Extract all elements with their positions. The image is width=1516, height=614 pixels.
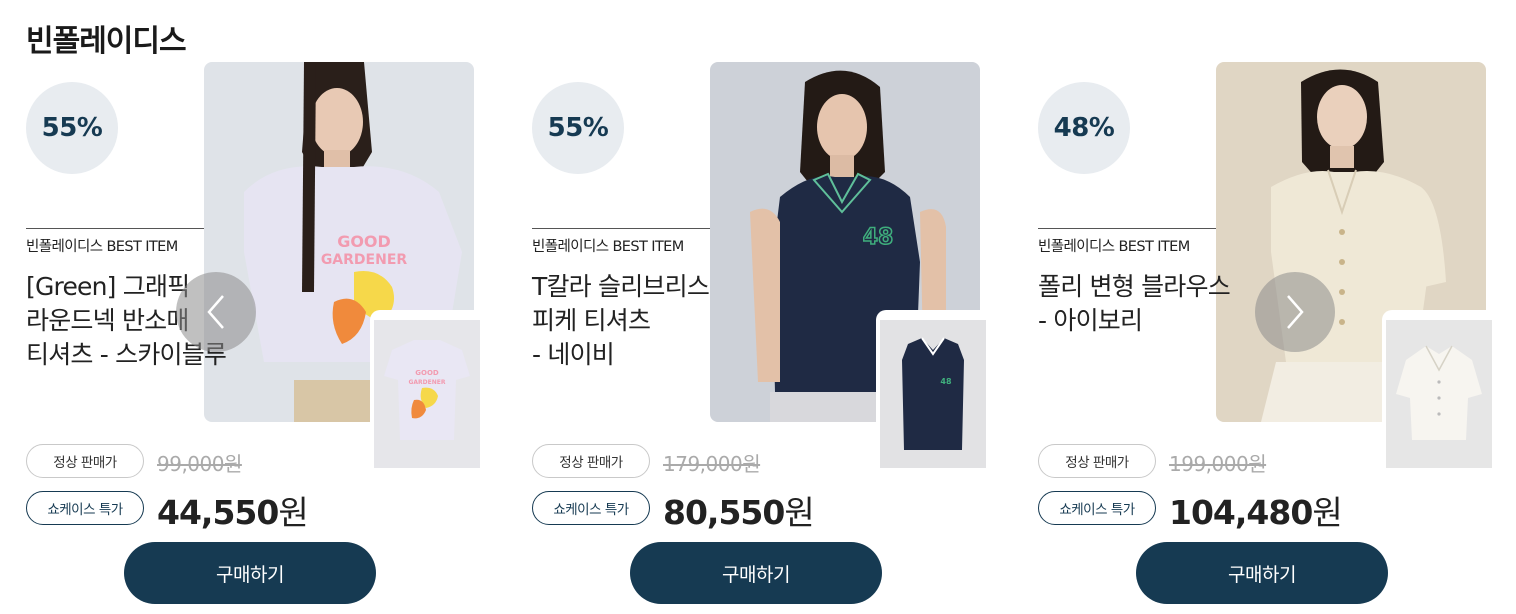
product-name-line: 피케 티셔츠 [532, 306, 651, 335]
buy-button[interactable]: 구매하기 [630, 542, 882, 604]
regular-price-label: 정상 판매가 [532, 444, 650, 478]
buy-button[interactable]: 구매하기 [1136, 542, 1388, 604]
currency-unit: 원 [784, 493, 814, 532]
product-thumbnail[interactable]: GOOD GARDENER [370, 310, 488, 468]
sale-price: 104,480원 [1169, 486, 1343, 534]
sale-price-value: 104,480 [1169, 493, 1313, 532]
product-card: GOOD GARDENER GOOD GARDENER 55% 빈폴레이디스 B… [26, 62, 496, 614]
chevron-right-icon [1287, 295, 1304, 329]
discount-badge: 55% [532, 82, 624, 174]
buy-button[interactable]: 구매하기 [124, 542, 376, 604]
product-thumbnail[interactable]: 48 [876, 310, 994, 468]
svg-text:48: 48 [863, 225, 894, 250]
regular-price-label: 정상 판매가 [1038, 444, 1156, 478]
product-thumbnail[interactable] [1382, 310, 1500, 468]
sale-price-value: 80,550 [663, 493, 785, 532]
best-item-label: 빈폴레이디스 BEST ITEM [1038, 228, 1216, 256]
original-price: 199,000원 [1169, 452, 1267, 476]
product-card: 48 48 55% 빈폴레이디스 BEST ITEM T칼라 슬리브리스 피케 … [532, 62, 1002, 614]
product-name[interactable]: T칼라 슬리브리스 피케 티셔츠 - 네이비 [532, 270, 782, 372]
svg-text:GARDENER: GARDENER [321, 252, 408, 268]
currency-unit: 원 [1312, 493, 1342, 532]
product-name-line: - 네이비 [532, 340, 615, 369]
discount-badge: 55% [26, 82, 118, 174]
sale-price-value: 44,550 [157, 493, 279, 532]
brand-title: 빈폴레이디스 [26, 24, 187, 59]
svg-text:GARDENER: GARDENER [408, 379, 445, 386]
product-name-line: - 아이보리 [1038, 306, 1143, 335]
svg-text:GOOD: GOOD [337, 232, 391, 251]
original-price: 99,000원 [157, 452, 242, 476]
discount-badge: 48% [1038, 82, 1130, 174]
chevron-left-icon [207, 295, 224, 329]
best-item-label: 빈폴레이디스 BEST ITEM [532, 228, 710, 256]
currency-unit: 원 [278, 493, 308, 532]
regular-price-label: 정상 판매가 [26, 444, 144, 478]
sale-price: 44,550원 [157, 486, 309, 534]
original-price: 179,000원 [663, 452, 761, 476]
svg-text:GOOD: GOOD [415, 369, 439, 377]
special-price-label: 쇼케이스 특가 [1038, 491, 1156, 525]
sale-price: 80,550원 [663, 486, 815, 534]
special-price-label: 쇼케이스 특가 [26, 491, 144, 525]
carousel-prev-button[interactable] [176, 272, 256, 352]
svg-text:48: 48 [940, 377, 952, 386]
special-price-label: 쇼케이스 특가 [532, 491, 650, 525]
product-name-line: 폴리 변형 블라우스 [1038, 272, 1231, 301]
product-name[interactable]: 폴리 변형 블라우스 - 아이보리 [1038, 270, 1288, 338]
product-name-line: T칼라 슬리브리스 [532, 272, 710, 301]
carousel-next-button[interactable] [1255, 272, 1335, 352]
best-item-label: 빈폴레이디스 BEST ITEM [26, 228, 204, 256]
